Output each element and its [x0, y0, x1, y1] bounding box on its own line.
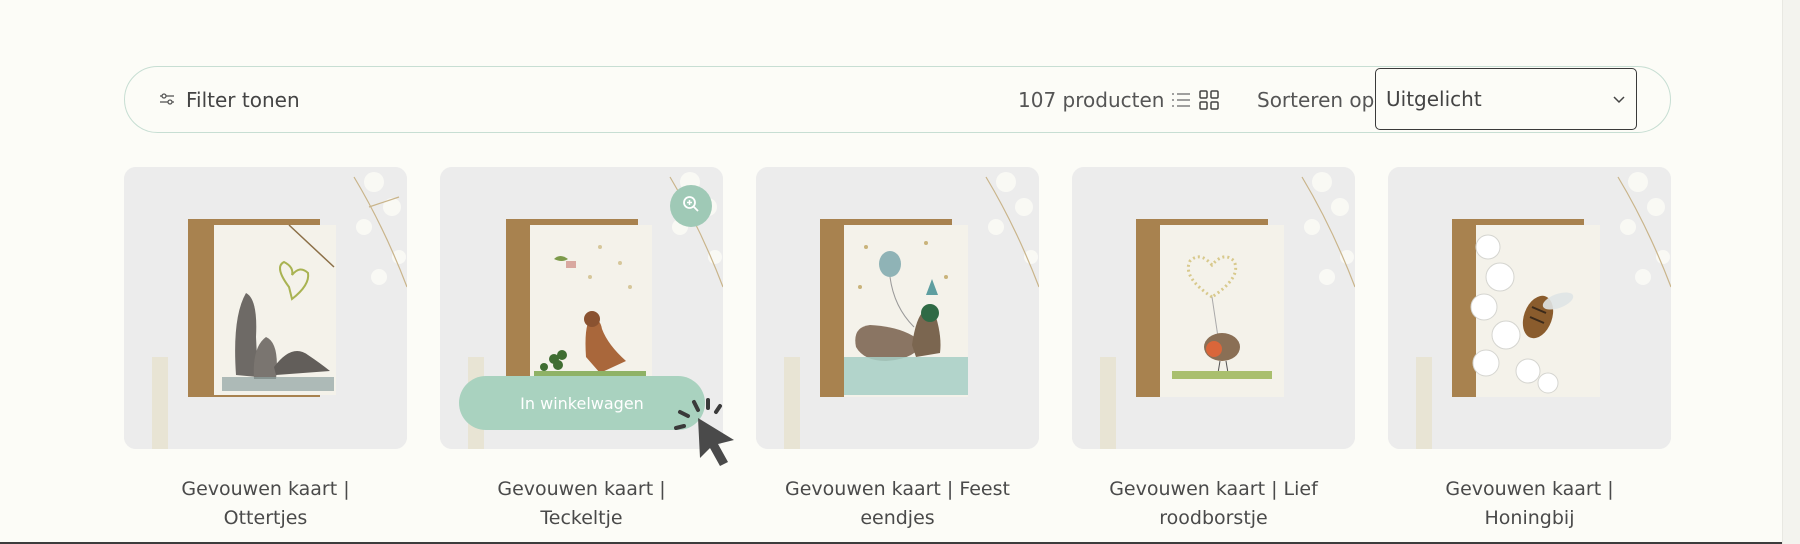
product-card[interactable]: Gevouwen kaart | Ottertjes: [124, 167, 407, 533]
product-title[interactable]: Gevouwen kaart | Feest eendjes: [756, 475, 1039, 533]
filter-label: Filter tonen: [186, 87, 300, 112]
pointer-cursor-icon: [672, 396, 744, 476]
sort-selected-value: Uitgelicht: [1386, 87, 1482, 111]
product-title[interactable]: Gevouwen kaart | Teckeltje: [440, 475, 723, 533]
product-title[interactable]: Gevouwen kaart | Honingbij: [1388, 475, 1671, 533]
product-count: 107 producten: [1018, 87, 1165, 112]
sort-select[interactable]: Uitgelicht: [1375, 68, 1637, 130]
product-title[interactable]: Gevouwen kaart | Lief roodborstje: [1072, 475, 1355, 533]
product-card[interactable]: Gevouwen kaart | Feest eendjes: [756, 167, 1039, 533]
sliders-icon: [160, 90, 174, 109]
zoom-in-button[interactable]: [670, 185, 712, 227]
chevron-down-icon: [1612, 91, 1626, 110]
product-card[interactable]: Gevouwen kaart | Lief roodborstje: [1072, 167, 1355, 533]
filter-toggle-button[interactable]: Filter tonen: [160, 67, 300, 132]
product-image[interactable]: [124, 167, 407, 449]
product-title[interactable]: Gevouwen kaart | Ottertjes: [124, 475, 407, 533]
grid-view-icon[interactable]: [1199, 90, 1219, 110]
product-card[interactable]: Gevouwen kaart | Teckeltje: [440, 167, 723, 533]
product-image[interactable]: [756, 167, 1039, 449]
product-image[interactable]: [1072, 167, 1355, 449]
product-image[interactable]: [1388, 167, 1671, 449]
zoom-in-icon: [682, 195, 700, 217]
list-view-icon[interactable]: [1171, 90, 1191, 110]
product-toolbar: Filter tonen 107 producten Sorteren op: …: [124, 66, 1671, 133]
add-to-cart-button[interactable]: In winkelwagen: [459, 376, 705, 430]
sort-label: Sorteren op:: [1257, 87, 1382, 112]
product-card[interactable]: Gevouwen kaart | Honingbij: [1388, 167, 1671, 533]
page-scrollbar[interactable]: [1782, 0, 1800, 544]
